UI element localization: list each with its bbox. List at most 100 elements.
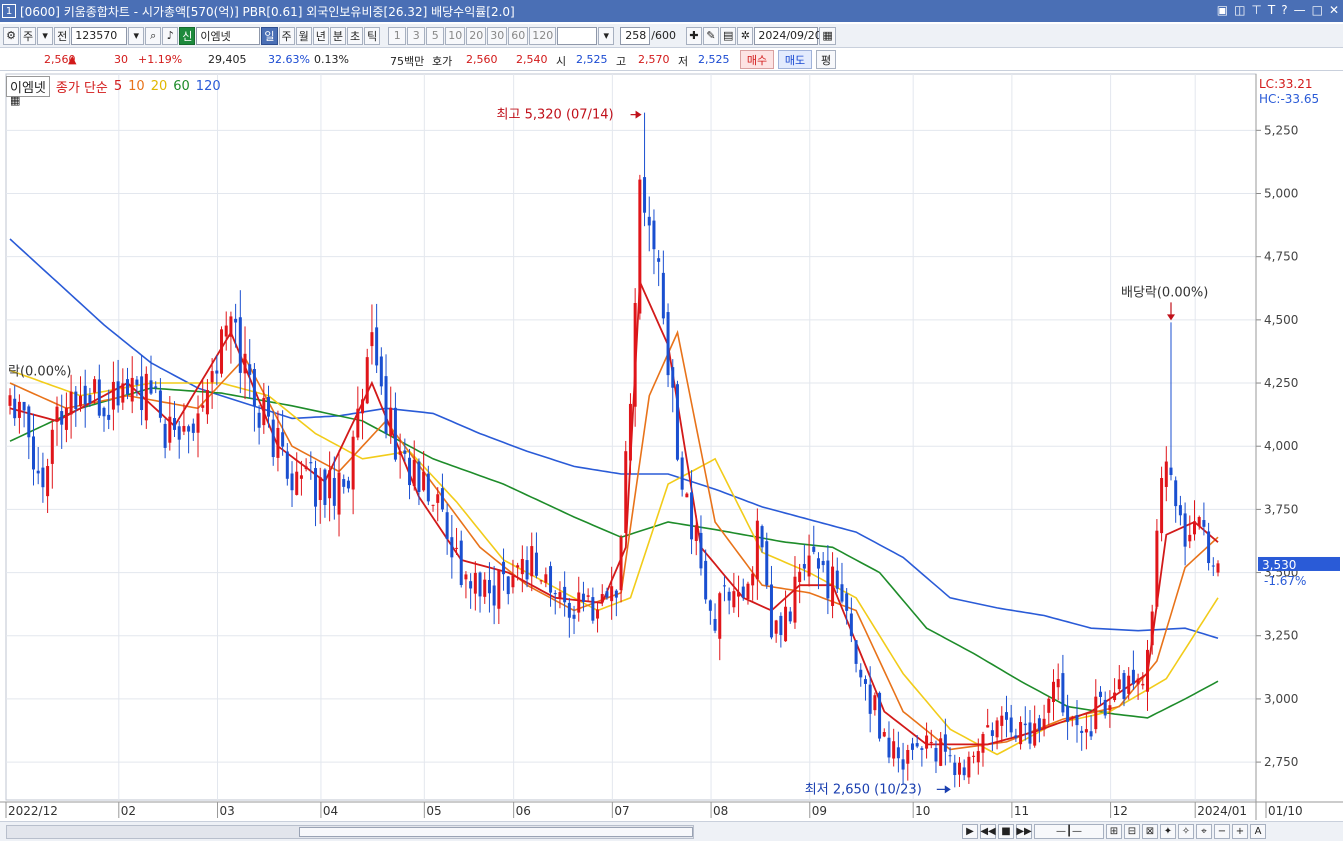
candle-body xyxy=(408,457,412,486)
candle-body xyxy=(234,318,238,323)
interval-year[interactable]: 년 xyxy=(312,26,329,45)
candle-body xyxy=(779,615,783,635)
candle-body xyxy=(173,417,177,430)
play-icon[interactable]: ▶ xyxy=(962,824,978,839)
window-number[interactable]: 1 xyxy=(2,4,16,18)
candle-body xyxy=(102,407,106,417)
candle-body xyxy=(967,756,971,778)
tool-icon-3[interactable]: ⌖ xyxy=(1196,824,1212,839)
stock-code-input[interactable]: 123570 xyxy=(71,26,128,45)
candle-body xyxy=(130,377,134,402)
candle-body xyxy=(205,390,209,415)
num-20[interactable]: 20 xyxy=(466,26,487,45)
price-chart[interactable]: 5,2505,0004,7504,5004,2504,0003,7503,500… xyxy=(0,72,1343,821)
auto-icon[interactable]: A xyxy=(1250,824,1266,839)
candle-body xyxy=(492,585,496,606)
candle-body xyxy=(1155,530,1159,607)
scroll-thumb[interactable] xyxy=(299,827,693,837)
zoom-out-icon[interactable]: − xyxy=(1214,824,1230,839)
chart-settings-icon[interactable]: ⚙ xyxy=(3,26,19,45)
maximize-icon[interactable]: □ xyxy=(1312,3,1323,17)
custom-dropdown-icon[interactable]: ▾ xyxy=(598,26,615,45)
num-30[interactable]: 30 xyxy=(487,26,508,45)
crosshair-icon[interactable]: ✚ xyxy=(685,26,702,45)
last-change-label: -1.67% xyxy=(1264,574,1306,588)
chart-area[interactable]: 5,250 5,000 4,750 4,500 4,250 4,000 3,750 3,500… xyxy=(0,72,1343,841)
layout-icon-3[interactable]: ⊠ xyxy=(1142,824,1158,839)
rewind-icon[interactable]: ◀◀ xyxy=(980,824,996,839)
interval-minute[interactable]: 분 xyxy=(329,26,346,45)
candle-body xyxy=(849,613,853,637)
num-60[interactable]: 60 xyxy=(508,26,529,45)
minimize-icon[interactable]: — xyxy=(1294,3,1306,17)
interval-month[interactable]: 월 xyxy=(295,26,312,45)
candle-body xyxy=(41,467,45,488)
candle-body xyxy=(1023,723,1027,726)
interval-tick[interactable]: 틱 xyxy=(364,26,381,45)
split-icon[interactable]: ◫ xyxy=(1234,3,1245,17)
calendar-icon[interactable]: ▦ xyxy=(819,26,836,45)
interval-week[interactable]: 주 xyxy=(278,26,295,45)
interval-day[interactable]: 일 xyxy=(261,26,278,45)
num-10[interactable]: 10 xyxy=(445,26,466,45)
candle-body xyxy=(1127,675,1131,694)
speaker-icon[interactable]: ♪ xyxy=(162,26,179,45)
close-icon[interactable]: ✕ xyxy=(1329,3,1339,17)
forward-icon[interactable]: ▶▶ xyxy=(1016,824,1032,839)
period-type-select[interactable]: 주 xyxy=(20,26,37,45)
num-3[interactable]: 3 xyxy=(407,26,426,45)
candle-body xyxy=(32,436,36,470)
draw-icon[interactable]: ✎ xyxy=(702,26,719,45)
layout-icon-1[interactable]: ⊞ xyxy=(1106,824,1122,839)
table-icon[interactable]: ▦ xyxy=(10,94,20,107)
candle-body xyxy=(1131,669,1135,685)
dropdown-icon[interactable]: ▾ xyxy=(37,26,54,45)
trade-amount: 75백만 xyxy=(390,55,425,68)
interval-second[interactable]: 초 xyxy=(347,26,364,45)
candle-body xyxy=(116,381,120,406)
candle-body xyxy=(755,520,759,580)
help-icon[interactable]: ? xyxy=(1281,3,1287,17)
pin-icon[interactable]: ⊤ xyxy=(1251,3,1261,17)
candle-body xyxy=(572,614,576,619)
candle-body xyxy=(361,399,365,414)
y-tick-label: 4,000 xyxy=(1264,439,1298,453)
save-icon[interactable]: ▤ xyxy=(719,26,737,45)
layout-icon-2[interactable]: ⊟ xyxy=(1124,824,1140,839)
num-5[interactable]: 5 xyxy=(426,26,445,45)
stock-name-field[interactable]: 이엠넷 xyxy=(196,26,261,45)
candle-body xyxy=(248,364,252,375)
candle-body xyxy=(610,586,614,602)
zoom-in-icon[interactable]: + xyxy=(1232,824,1248,839)
stop-icon[interactable]: ■ xyxy=(998,824,1014,839)
candle-body xyxy=(605,591,609,598)
up-arrow-icon: ▲ xyxy=(68,53,77,66)
font-icon[interactable]: T xyxy=(1268,3,1275,17)
count-input[interactable]: 258 xyxy=(620,26,651,45)
layout-icon[interactable]: ▣ xyxy=(1217,3,1228,17)
candle-body xyxy=(831,566,835,606)
custom-number-input[interactable] xyxy=(557,26,598,45)
chart-scrollbar[interactable] xyxy=(6,825,694,839)
candle-body xyxy=(746,583,750,600)
tool-icon-1[interactable]: ✦ xyxy=(1160,824,1176,839)
search-icon[interactable]: ⌕ xyxy=(145,26,162,45)
date-input[interactable]: 2024/09/20 xyxy=(754,26,822,45)
gear-icon[interactable]: ✲ xyxy=(737,26,754,45)
sell-button[interactable]: 매도 xyxy=(778,50,812,69)
quote-bar: 2,560 ▲ 30 +1.19% 29,405 32.63% 0.13% 75… xyxy=(0,49,1343,71)
candle-body xyxy=(1094,696,1098,730)
num-1[interactable]: 1 xyxy=(388,26,407,45)
prev-button[interactable]: 전 xyxy=(54,26,71,45)
num-120[interactable]: 120 xyxy=(529,26,557,45)
candle-body xyxy=(525,560,529,580)
open-price: 2,525 xyxy=(576,53,608,66)
avg-button[interactable]: 평 xyxy=(816,50,836,69)
candle-body xyxy=(718,593,722,639)
buy-button[interactable]: 매수 xyxy=(740,50,774,69)
tool-icon-2[interactable]: ✧ xyxy=(1178,824,1194,839)
candle-body xyxy=(126,379,130,395)
low-price: 2,525 xyxy=(698,53,730,66)
zoom-slider[interactable]: —┃— xyxy=(1034,824,1104,839)
code-dropdown-icon[interactable]: ▾ xyxy=(128,26,145,45)
